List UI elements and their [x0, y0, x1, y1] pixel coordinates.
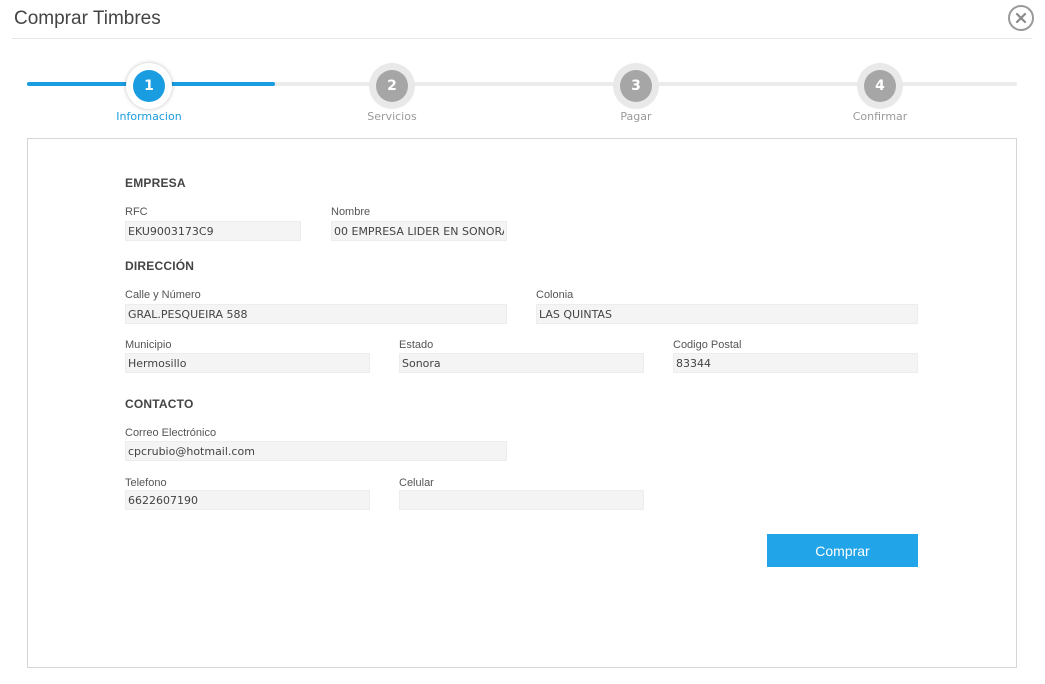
- section-contacto: CONTACTO: [125, 397, 194, 411]
- step-label: Confirmar: [852, 110, 908, 123]
- cp-field[interactable]: [673, 353, 918, 373]
- calle-field[interactable]: [125, 304, 507, 324]
- rfc-field[interactable]: [125, 221, 301, 241]
- close-button[interactable]: [1008, 5, 1034, 31]
- page-title: Comprar Timbres: [14, 8, 161, 29]
- colonia-field[interactable]: [536, 304, 918, 324]
- step-label: Servicios: [367, 110, 417, 123]
- step-pagar[interactable]: 3 Pagar: [576, 63, 696, 123]
- close-icon[interactable]: [1015, 12, 1027, 24]
- nombre-label: Nombre: [331, 206, 371, 218]
- step-informacion[interactable]: 1 Informacion: [89, 63, 209, 123]
- title-divider: [12, 38, 1032, 39]
- correo-label: Correo Electrónico: [125, 427, 217, 439]
- rfc-label: RFC: [125, 206, 148, 218]
- step-label: Informacion: [116, 110, 182, 123]
- email-field[interactable]: [125, 441, 507, 461]
- step-number: 1: [133, 70, 165, 102]
- cp-label: Codigo Postal: [673, 339, 742, 351]
- nombre-field[interactable]: [331, 221, 507, 241]
- calle-label: Calle y Número: [125, 289, 201, 301]
- estado-label: Estado: [399, 339, 434, 351]
- municipio-field[interactable]: [125, 353, 370, 373]
- estado-field[interactable]: [399, 353, 644, 373]
- celular-label: Celular: [399, 477, 434, 489]
- section-direccion: DIRECCIÓN: [125, 259, 195, 273]
- telefono-label: Telefono: [125, 477, 167, 489]
- step-label: Pagar: [620, 110, 652, 123]
- form-panel: EMPRESA RFC Nombre DIRECCIÓN Calle y Núm…: [27, 138, 1017, 668]
- section-empresa: EMPRESA: [125, 176, 186, 190]
- step-number: 3: [620, 70, 652, 102]
- comprar-button[interactable]: Comprar: [767, 534, 918, 567]
- municipio-label: Municipio: [125, 339, 172, 351]
- celular-field[interactable]: [399, 490, 644, 510]
- telefono-field[interactable]: [125, 490, 370, 510]
- step-confirmar[interactable]: 4 Confirmar: [820, 63, 940, 123]
- step-servicios[interactable]: 2 Servicios: [332, 63, 452, 123]
- step-number: 4: [864, 70, 896, 102]
- step-number: 2: [376, 70, 408, 102]
- colonia-label: Colonia: [536, 289, 574, 301]
